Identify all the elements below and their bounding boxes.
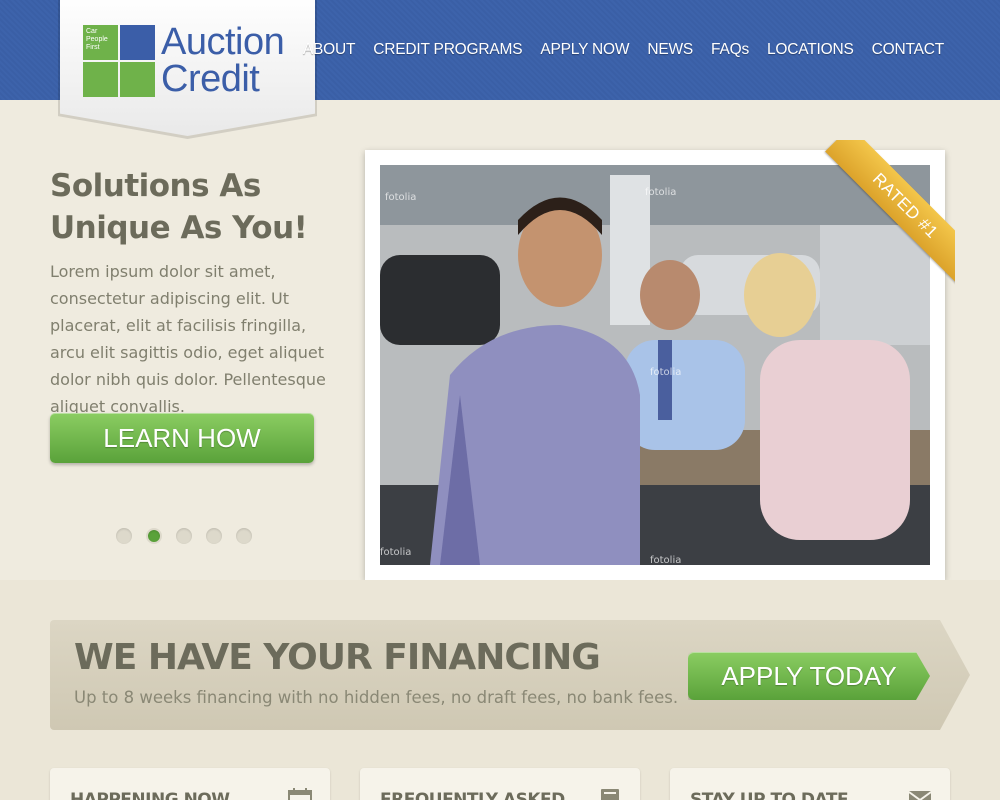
nav-news[interactable]: NEWS: [647, 41, 693, 59]
nav-credit-programs[interactable]: CREDIT PROGRAMS: [373, 41, 522, 59]
logo-wordmark-line2: Credit: [161, 58, 260, 100]
financing-title: WE HAVE YOUR FINANCING: [74, 637, 601, 678]
card-happening-now[interactable]: HAPPENING NOW: [50, 768, 330, 800]
card-frequently-asked[interactable]: FREQUENTLY ASKED: [360, 768, 640, 800]
financing-subtitle: Up to 8 weeks financing with no hidden f…: [74, 688, 679, 707]
book-icon: [601, 789, 619, 800]
nav-locations[interactable]: LOCATIONS: [767, 41, 854, 59]
svg-text:fotolia: fotolia: [645, 187, 676, 198]
logo-wordmark[interactable]: Auction Credit: [161, 21, 285, 100]
svg-text:fotolia: fotolia: [385, 192, 416, 203]
logo-tagline-line1: Car: [86, 28, 98, 35]
apply-today-button[interactable]: APPLY TODAY: [688, 652, 930, 700]
hero-title: Solutions As Unique As You!: [50, 168, 308, 246]
svg-text:fotolia: fotolia: [650, 367, 681, 378]
logo-square-top-right: [120, 25, 155, 60]
nav-about[interactable]: ABOUT: [303, 41, 356, 59]
envelope-icon: [908, 791, 932, 800]
logo-tagline: Car People First: [86, 28, 108, 52]
calendar-icon: [288, 788, 312, 800]
logo-square-bottom-left: [83, 62, 118, 97]
logo-wordmark-line1: Auction: [161, 21, 285, 63]
logo-mark[interactable]: Car People First: [83, 25, 155, 97]
slider-dots: [116, 528, 252, 544]
nav-contact[interactable]: CONTACT: [872, 41, 945, 59]
rated-ribbon: RATED #1: [800, 140, 955, 295]
rated-ribbon-label: RATED #1: [825, 140, 955, 286]
card-stay-up-to-date[interactable]: STAY UP TO DATE: [670, 768, 950, 800]
card-title: FREQUENTLY ASKED: [380, 790, 565, 800]
slider-dot-1[interactable]: [116, 528, 132, 544]
nav-faqs[interactable]: FAQs: [711, 41, 749, 59]
logo-tagline-line2: People: [86, 36, 108, 43]
hero-body-text: Lorem ipsum dolor sit amet, consectetur …: [50, 262, 326, 416]
logo-square-top-left: Car People First: [83, 25, 118, 60]
slider-dot-3[interactable]: [176, 528, 192, 544]
card-title: HAPPENING NOW: [70, 790, 230, 800]
slider-dot-2-active[interactable]: [146, 528, 162, 544]
slider-dot-5[interactable]: [236, 528, 252, 544]
learn-how-button[interactable]: LEARN HOW: [50, 413, 314, 463]
svg-text:fotolia: fotolia: [380, 547, 411, 558]
svg-text:fotolia: fotolia: [650, 555, 681, 565]
logo-tagline-line3: First: [86, 44, 100, 51]
nav-apply-now[interactable]: APPLY NOW: [540, 41, 629, 59]
card-title: STAY UP TO DATE: [690, 790, 849, 800]
slider-dot-4[interactable]: [206, 528, 222, 544]
main-nav: ABOUT CREDIT PROGRAMS APPLY NOW NEWS FAQ…: [285, 41, 944, 59]
logo-square-bottom-right: [120, 62, 155, 97]
